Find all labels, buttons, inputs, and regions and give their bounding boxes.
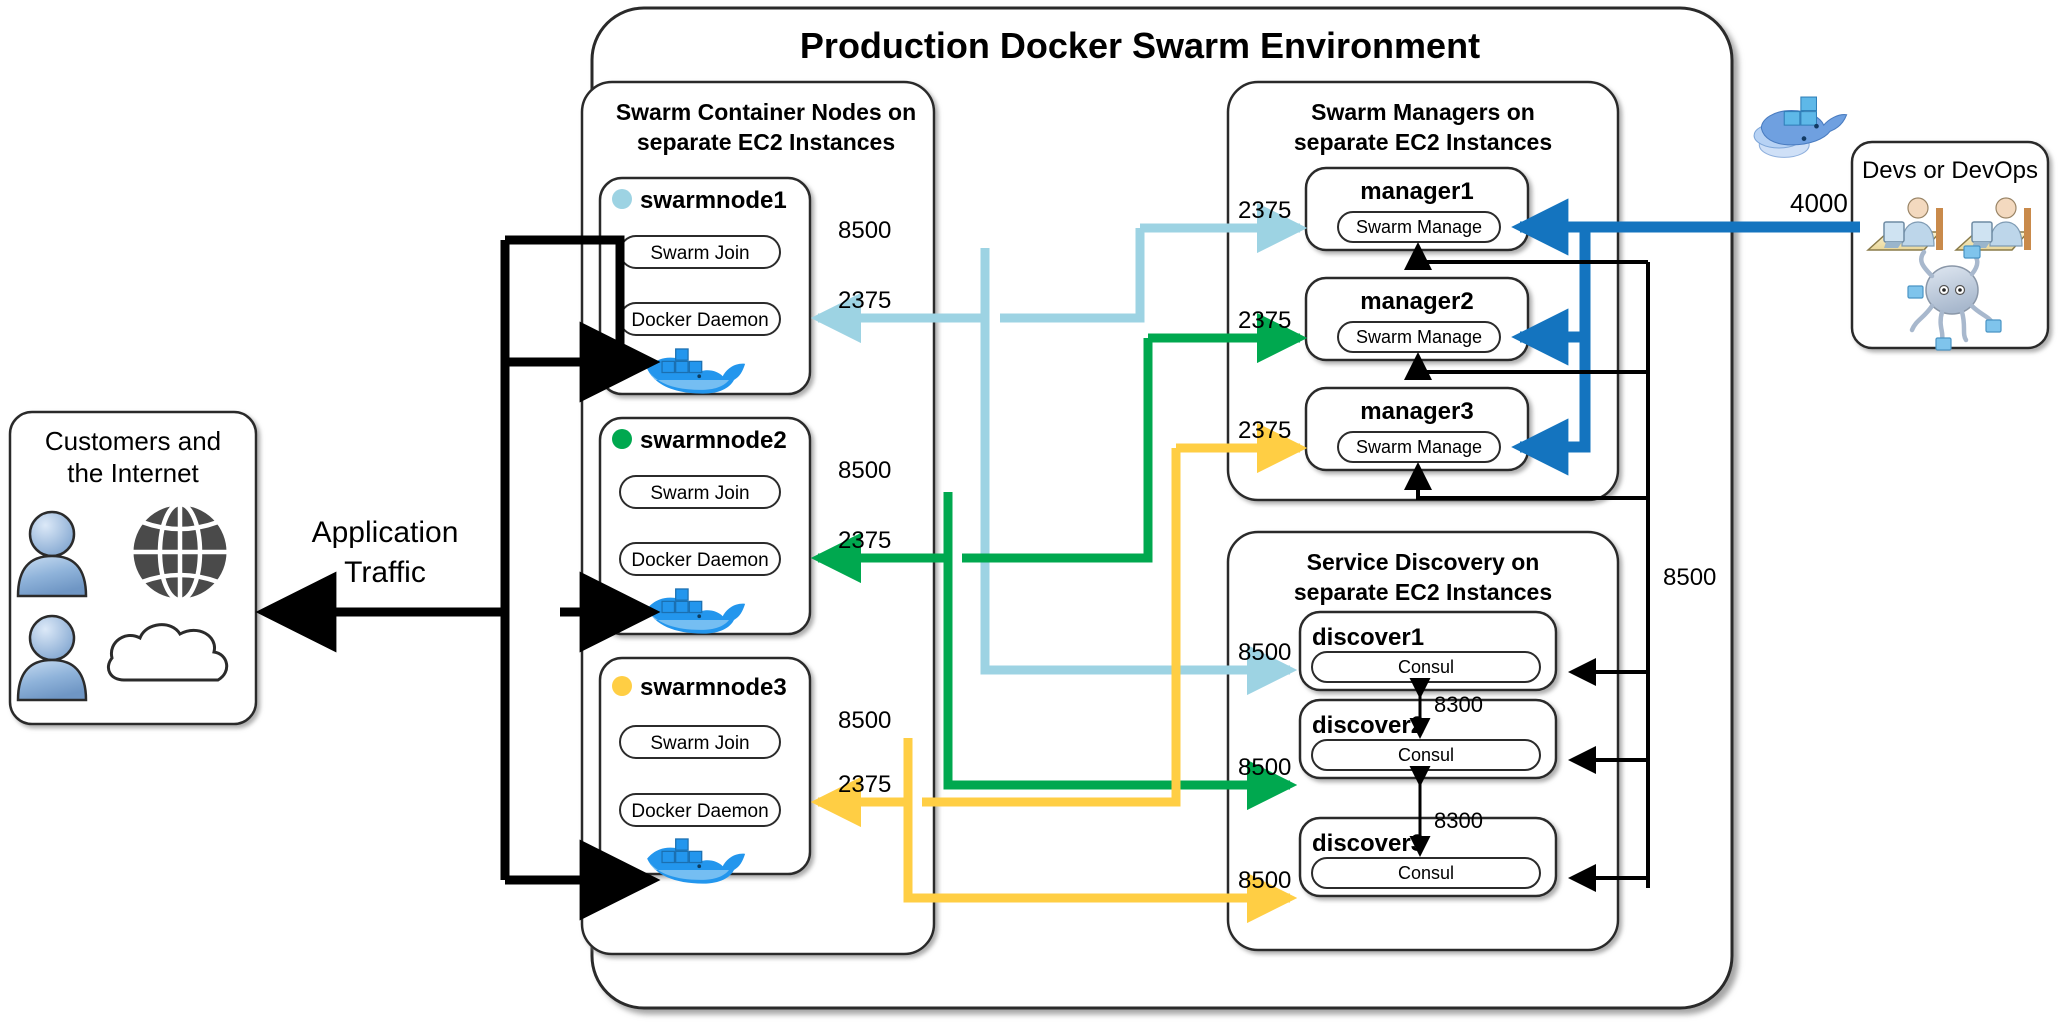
- swarmnode3-daemon-port-label: 2375: [838, 771, 891, 798]
- swarmnode2-label: swarmnode2: [640, 427, 787, 454]
- manager3-port-label: 2375: [1238, 417, 1291, 444]
- swarmnode3-swarm-join-label: Swarm Join: [650, 733, 749, 754]
- globe-icon: [130, 501, 230, 603]
- discover1-consul-label: Consul: [1398, 657, 1454, 677]
- customers-title-line2: the Internet: [67, 458, 199, 488]
- manager2-port-label: 2375: [1238, 307, 1291, 334]
- swarmnode1-swarm-join-label: Swarm Join: [650, 243, 749, 264]
- application-traffic-label-line1: Application: [312, 516, 459, 549]
- devops-port-label: 4000: [1790, 188, 1848, 218]
- panel-discovery-title-line1: Service Discovery on: [1307, 549, 1540, 575]
- discover3-consul-label: Consul: [1398, 863, 1454, 883]
- swarmnode2-daemon-port-label: 2375: [838, 527, 891, 554]
- discover2-label: discover2: [1312, 712, 1424, 739]
- manager2-label: manager2: [1360, 288, 1473, 315]
- swarmnode3-join-port-label: 8500: [838, 707, 891, 734]
- manager1-port-label: 2375: [1238, 197, 1291, 224]
- panel-managers-title-line2: separate EC2 Instances: [1294, 129, 1552, 155]
- discover1-port-label: 8500: [1238, 639, 1291, 666]
- diagram-canvas: Production Docker Swarm Environment Swar…: [0, 0, 2058, 1032]
- swarmnode1-join-port-label: 8500: [838, 217, 891, 244]
- swarmnode2-status-dot: [612, 429, 632, 449]
- swarmnode1-label: swarmnode1: [640, 187, 787, 214]
- panel-container-nodes-title-line2: separate EC2 Instances: [637, 129, 895, 155]
- discover3-label: discover3: [1312, 830, 1424, 857]
- swarmnode3-docker-daemon-label: Docker Daemon: [631, 801, 768, 822]
- swarmnode3-label: swarmnode3: [640, 674, 787, 701]
- panel-discovery-title-line2: separate EC2 Instances: [1294, 579, 1552, 605]
- application-traffic-label-line2: Traffic: [344, 556, 426, 589]
- manager3-label: manager3: [1360, 398, 1473, 425]
- swarmnode1-daemon-port-label: 2375: [838, 287, 891, 314]
- swarmnode3-status-dot: [612, 676, 632, 696]
- devops-title: Devs or DevOps: [1862, 157, 2038, 184]
- discover2-consul-label: Consul: [1398, 745, 1454, 765]
- docker-swarm-whale-logo: [1753, 96, 1848, 158]
- swarmnode2-join-port-label: 8500: [838, 457, 891, 484]
- manager1-swarm-manage-label: Swarm Manage: [1356, 217, 1482, 237]
- manager2-swarm-manage-label: Swarm Manage: [1356, 327, 1482, 347]
- manager3-swarm-manage-label: Swarm Manage: [1356, 437, 1482, 457]
- manager1-label: manager1: [1360, 178, 1473, 205]
- discover3-port-label: 8500: [1238, 867, 1291, 894]
- gossip-port-label-2: 8300: [1434, 808, 1483, 833]
- customers-title-line1: Customers and: [45, 426, 221, 456]
- gossip-port-label-1: 8300: [1434, 692, 1483, 717]
- manager-consul-port-label: 8500: [1663, 564, 1716, 591]
- swarmnode1-status-dot: [612, 189, 632, 209]
- discover1-label: discover1: [1312, 624, 1424, 651]
- discover2-port-label: 8500: [1238, 754, 1291, 781]
- panel-container-nodes-title-line1: Swarm Container Nodes on: [616, 99, 916, 125]
- swarmnode2-swarm-join-label: Swarm Join: [650, 483, 749, 504]
- swarmnode2-docker-daemon-label: Docker Daemon: [631, 550, 768, 571]
- swarmnode1-docker-daemon-label: Docker Daemon: [631, 310, 768, 331]
- diagram-title: Production Docker Swarm Environment: [800, 25, 1480, 66]
- panel-managers-title-line1: Swarm Managers on: [1311, 99, 1535, 125]
